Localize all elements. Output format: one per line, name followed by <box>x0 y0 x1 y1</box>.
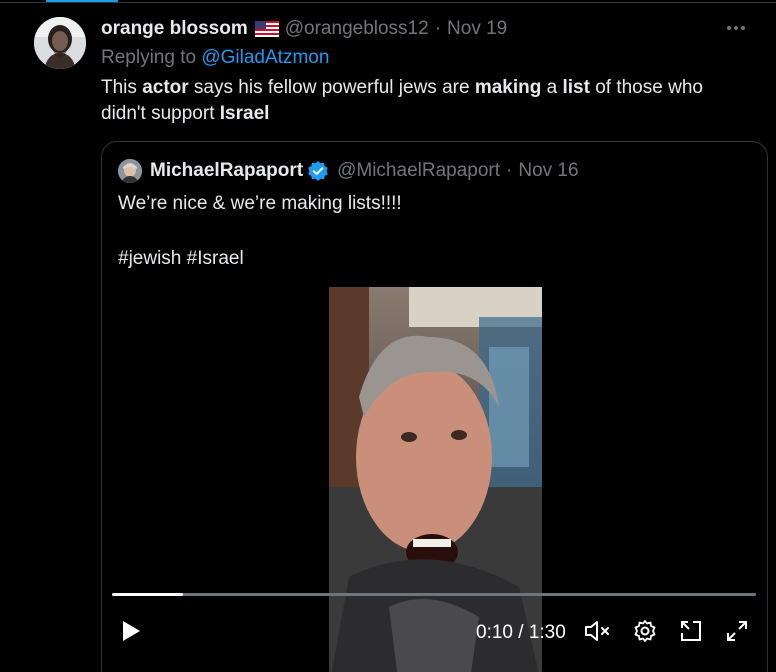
tweet-page: orange blossom @orangebloss12 · Nov 19 R… <box>0 0 776 672</box>
author-handle[interactable]: @orangebloss12 <box>285 18 429 40</box>
tweet-text-bold: making <box>474 77 542 98</box>
quoted-author-display-name[interactable]: MichaelRapaport <box>150 160 303 182</box>
replying-to-link[interactable]: @GiladAtzmon <box>201 47 329 68</box>
video-time-display: 0:10 / 1:30 <box>476 620 566 646</box>
replying-to-line: Replying to @GiladAtzmon <box>101 44 751 72</box>
replying-to-label: Replying to <box>101 47 202 68</box>
video-duration: 1:30 <box>528 622 566 643</box>
picture-in-picture-button[interactable] <box>676 618 706 648</box>
author-display-name[interactable]: orange blossom <box>101 18 248 40</box>
top-divider <box>0 2 776 3</box>
picture-in-picture-icon <box>679 619 703 648</box>
separator-dot: · <box>506 160 513 181</box>
muted-speaker-icon <box>584 619 612 648</box>
tweet-body: orange blossom @orangebloss12 · Nov 19 R… <box>101 14 751 127</box>
settings-button[interactable] <box>630 618 660 648</box>
more-options-button[interactable] <box>721 12 751 42</box>
quoted-hashtags[interactable]: #jewish #Israel <box>118 245 402 272</box>
tweet-text-part: This <box>101 77 143 98</box>
tweet-text-bold: Israel <box>219 103 270 124</box>
tweet-text-bold: actor <box>142 77 189 98</box>
tweet-text-part: a <box>541 77 563 98</box>
us-flag-icon <box>254 21 279 37</box>
quoted-tweet-card[interactable]: MichaelRapaport @MichaelRapaport · Nov 1… <box>101 141 768 672</box>
play-button[interactable] <box>116 618 146 648</box>
video-current-time: 0:10 <box>476 622 513 643</box>
tweet-text-bold: list <box>562 77 590 98</box>
tweet-text: This actor says his fellow powerful jews… <box>101 75 751 127</box>
video-progress-fill <box>112 593 184 596</box>
video-progress-bar[interactable] <box>112 593 756 596</box>
tweet-text-part: says his fellow powerful jews are <box>188 77 475 98</box>
quoted-author-avatar <box>118 159 142 183</box>
fullscreen-icon <box>725 619 749 648</box>
play-icon <box>121 620 141 647</box>
verified-badge-icon <box>307 160 329 182</box>
video-player[interactable] <box>329 287 542 672</box>
tweet-header: orange blossom @orangebloss12 · Nov 19 <box>101 14 751 44</box>
time-separator: / <box>512 622 529 643</box>
separator-dot: · <box>434 18 442 39</box>
quoted-tweet-text: We’re nice & we’re making lists!!!! #jew… <box>118 190 402 272</box>
quoted-tweet-date[interactable]: Nov 16 <box>518 160 578 182</box>
quoted-text-line: We’re nice & we’re making lists!!!! <box>118 193 402 214</box>
video-frame <box>329 287 542 672</box>
author-avatar[interactable] <box>34 17 86 69</box>
mute-button[interactable] <box>583 618 613 648</box>
quoted-author-handle[interactable]: @MichaelRapaport <box>337 160 500 182</box>
fullscreen-button[interactable] <box>722 618 752 648</box>
tweet-date[interactable]: Nov 19 <box>447 18 507 40</box>
quoted-tweet-header: MichaelRapaport @MichaelRapaport · Nov 1… <box>118 158 579 184</box>
more-options-icon <box>726 18 746 36</box>
settings-gear-icon <box>633 619 657 648</box>
